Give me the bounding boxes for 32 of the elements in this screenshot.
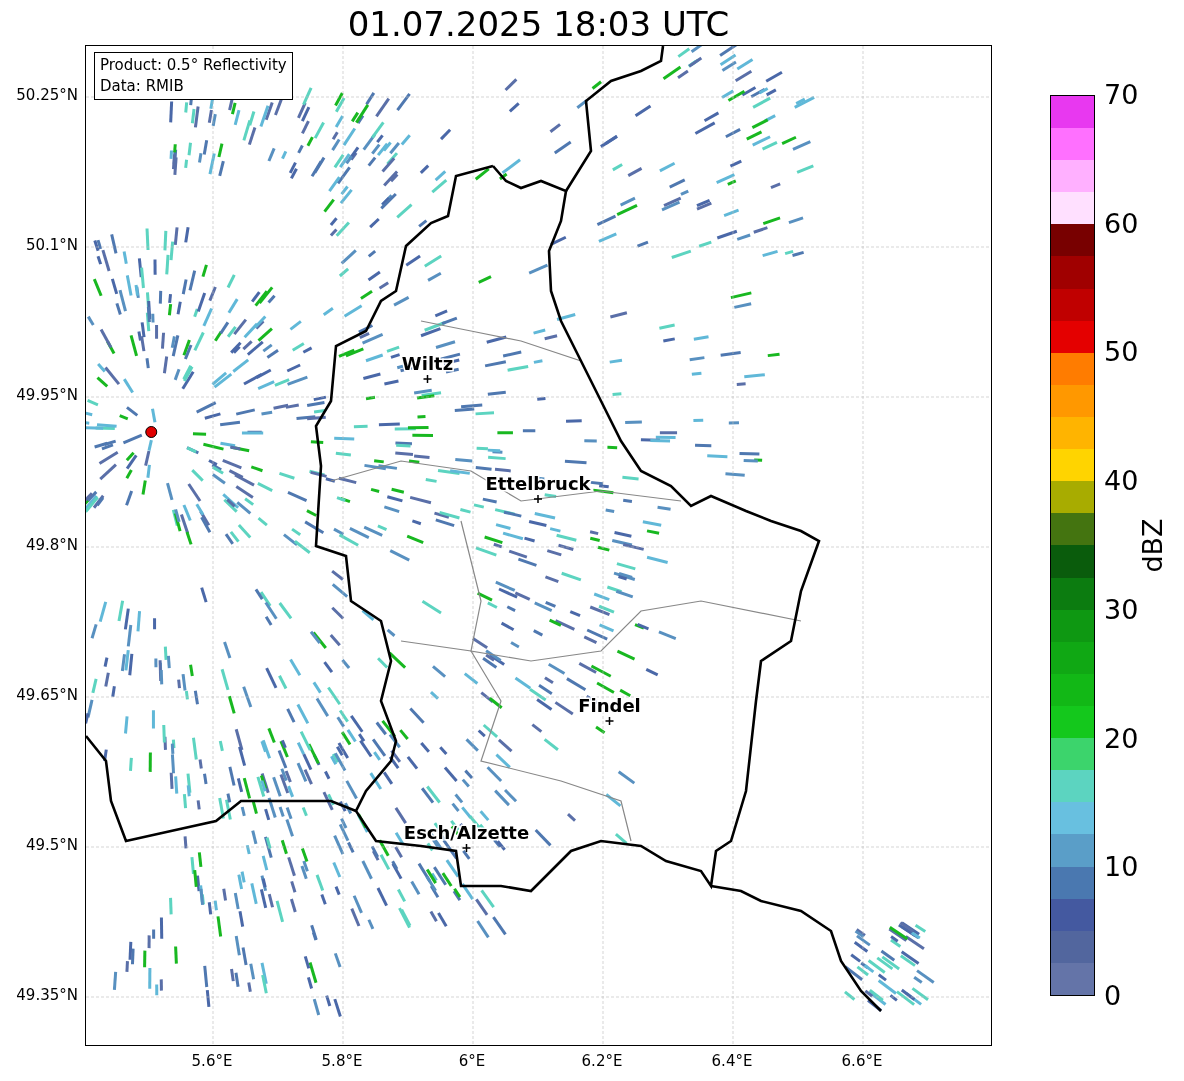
city-label: Ettelbruck [485,473,591,494]
info-text: Product: 0.5° Reflectivity [100,55,287,76]
city-marker-icon [533,494,543,504]
y-tick-label: 50.1°N [25,236,78,254]
y-tick-label: 49.95°N [16,386,78,404]
y-tick-label: 49.8°N [25,536,78,554]
x-tick-label: 5.6°E [191,1052,233,1070]
info-text: Data: RMIB [100,76,185,97]
colorbar-tick-label: 50 [1104,337,1139,368]
city-marker-icon [422,374,433,384]
colorbar-tick-label: 0 [1104,981,1122,1011]
colorbar-tick-label: 20 [1104,723,1139,754]
y-tick-label: 49.5°N [25,836,78,854]
x-tick-label: 6.4°E [711,1052,753,1070]
x-tick-label: 5.8°E [321,1052,363,1070]
colorbar-label: dBZ [1136,518,1168,573]
y-tick-label: 49.35°N [16,986,78,1004]
city-label: Findel [578,695,641,716]
radar-site-marker [145,426,158,438]
x-tick-label: 6°E [458,1052,486,1070]
x-tick-label: 6.2°E [581,1052,623,1070]
x-tick-label: 6.6°E [841,1052,883,1070]
colorbar-tick-label: 30 [1104,594,1139,625]
y-tick-label: 49.65°N [16,686,78,704]
colorbar-tick-label: 60 [1104,208,1139,239]
y-tick-label: 50.25°N [16,86,78,104]
colorbar-tick-label: 70 [1104,80,1139,110]
city-marker-icon [461,843,472,853]
colorbar-tick-label: 40 [1104,466,1139,497]
city-marker-icon [604,716,615,726]
chart-title: 01.07.2025 18:03 UTC [346,4,731,44]
colorbar-tick-label: 10 [1104,852,1139,883]
